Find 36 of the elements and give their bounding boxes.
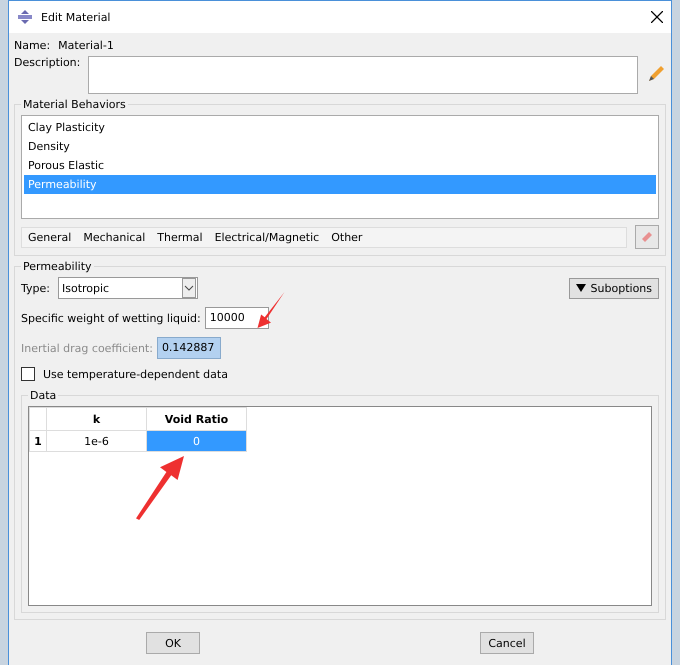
column-header: Void Ratio [146,408,246,430]
description-field[interactable] [88,56,638,94]
suboptions-button[interactable]: Suboptions [568,278,659,298]
field-label: Specific weight of wetting liquid: [21,312,201,324]
group-title: Data [29,389,58,402]
dialog-button[interactable]: Cancel [480,632,534,654]
checkbox-label: Use temperature-dependent data [43,368,228,380]
menu-item[interactable]: Mechanical [83,230,146,244]
weight-field[interactable]: 10000 [204,307,269,329]
group-title: Material Behaviors [22,98,127,111]
app-icon [17,10,33,24]
table-cell[interactable]: 1e-6 [46,430,146,452]
behavior-item[interactable]: Clay Plasticity [24,118,656,137]
menu-item[interactable]: Thermal [157,230,203,244]
material-name: Material-1 [58,39,114,52]
triangle-icon [576,284,586,292]
close-icon[interactable] [651,11,663,23]
description-label: Description: [14,56,80,69]
dialog-button[interactable]: OK [146,632,200,654]
checkbox[interactable] [21,367,35,381]
pencil-icon[interactable] [646,64,666,84]
type-dropdown[interactable]: Isotropic [58,277,198,299]
window-title: Edit Material [41,10,112,24]
behavior-item[interactable]: Porous Elastic [24,156,656,175]
menu-item[interactable]: Other [331,230,362,244]
menu-item[interactable]: General [28,230,72,244]
group-title: Permeability [22,260,93,273]
column-header: k [46,408,146,430]
eraser-icon [640,230,654,244]
behavior-item[interactable]: Density [24,137,656,156]
field-label: Inertial drag coefficient: [21,342,153,354]
menu-item[interactable]: Electrical/Magnetic [214,230,320,244]
caret-icon[interactable] [182,278,196,298]
name-label: Name: [14,39,50,52]
type-label: Type: [21,282,50,294]
arrow-icon [136,455,184,521]
